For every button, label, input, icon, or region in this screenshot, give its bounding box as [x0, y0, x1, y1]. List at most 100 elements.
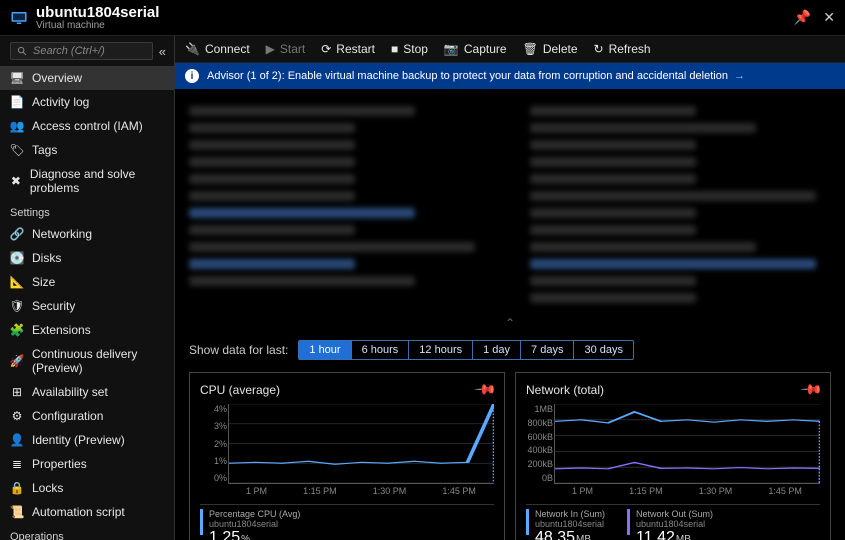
capture-icon: 📷 [444, 42, 459, 56]
sidebar-item-overview[interactable]: 🖥Overview [0, 66, 174, 90]
search-placeholder: Search (Ctrl+/) [33, 45, 105, 57]
sidebar-section-operations: Operations [0, 524, 174, 540]
pin-chart-icon[interactable]: 📌 [799, 377, 823, 401]
capture-button[interactable]: 📷Capture [444, 42, 507, 56]
search-icon [17, 46, 28, 57]
sidebar-item-automation-script[interactable]: 📜 Automation script [0, 500, 174, 524]
sidebar-item-security[interactable]: 🛡Security [0, 294, 174, 318]
sidebar-item-activity-log[interactable]: 📄 Activity log [0, 90, 174, 114]
nav-icon: 📐 [10, 275, 24, 289]
nav-icon: 🔗 [10, 227, 24, 241]
legend-item: Network In (Sum)ubuntu1804serial48.35MB [526, 509, 605, 540]
sidebar-section-settings: Settings [0, 200, 174, 222]
sidebar-item-continuous-delivery-preview-[interactable]: 🚀 Continuous delivery (Preview) [0, 342, 174, 380]
pin-chart-icon[interactable]: 📌 [473, 377, 497, 401]
nav-icon: 🖥 [10, 71, 24, 85]
sidebar-item-label: Availability set [32, 385, 108, 399]
restart-icon: ⟳ [321, 42, 331, 56]
nav-icon: 🚀 [10, 354, 24, 368]
y-axis-labels: 4%3%2%1%0% [201, 404, 227, 483]
chart-cpu-average-: CPU (average) 📌 4%3%2%1%0%1 PM1:15 PM1:30 … [189, 372, 505, 540]
main: 🔌Connect ▶Start ⟳Restart ■Stop 📷Capture … [175, 36, 845, 540]
sidebar-item-label: Properties [32, 457, 87, 471]
sidebar-item-properties[interactable]: ≣ Properties [0, 452, 174, 476]
range-7-days[interactable]: 7 days [521, 341, 574, 359]
sidebar-item-label: Diagnose and solve problems [30, 167, 164, 195]
page-title: ubuntu1804serial [36, 4, 159, 21]
pin-icon[interactable]: 📌 [794, 9, 811, 26]
info-icon: i [185, 69, 199, 83]
nav-icon: 📜 [10, 505, 24, 519]
nav-icon: ✖ [10, 174, 22, 188]
legend-item: Percentage CPU (Avg)ubuntu1804serial1.25… [200, 509, 300, 540]
toolbar: 🔌Connect ▶Start ⟳Restart ■Stop 📷Capture … [175, 36, 845, 63]
close-icon[interactable]: ✕ [823, 9, 835, 26]
sidebar: Search (Ctrl+/) « 🖥Overview 📄 Activity log… [0, 36, 175, 540]
sidebar-item-label: Size [32, 275, 55, 289]
connect-button[interactable]: 🔌Connect [185, 42, 250, 56]
nav-icon: ≣ [10, 457, 24, 471]
connect-icon: 🔌 [185, 42, 200, 56]
sidebar-item-configuration[interactable]: ⚙ Configuration [0, 404, 174, 428]
sidebar-item-size[interactable]: 📐 Size [0, 270, 174, 294]
nav-icon: 👥 [10, 119, 24, 133]
range-6-hours[interactable]: 6 hours [352, 341, 410, 359]
x-axis-labels: 1 PM1:15 PM1:30 PM1:45 PM [228, 486, 494, 496]
chart-plot: 1MB800kB600kB400kB200kB0B [554, 404, 820, 484]
sidebar-item-extensions[interactable]: 🧩 Extensions [0, 318, 174, 342]
advisor-prefix: Advisor (1 of 2): [207, 70, 285, 82]
start-button[interactable]: ▶Start [266, 42, 306, 56]
search-input[interactable]: Search (Ctrl+/) [10, 42, 153, 60]
page-subtitle: Virtual machine [36, 20, 159, 31]
chart-title: Network (total) [526, 383, 604, 397]
sidebar-item-label: Networking [32, 227, 92, 241]
sidebar-item-label: Continuous delivery (Preview) [32, 347, 164, 375]
range-30-days[interactable]: 30 days [574, 341, 633, 359]
chart-legend: Network In (Sum)ubuntu1804serial48.35MBN… [526, 504, 820, 540]
restart-button[interactable]: ⟳Restart [321, 42, 375, 56]
nav-icon: 📄 [10, 95, 24, 109]
play-icon: ▶ [266, 42, 275, 56]
sidebar-item-label: Extensions [32, 323, 91, 337]
sidebar-item-label: Tags [32, 143, 57, 157]
time-range-selector: 1 hour6 hours12 hours1 day7 days30 days [298, 340, 634, 360]
range-1-hour[interactable]: 1 hour [299, 341, 351, 359]
stop-button[interactable]: ■Stop [391, 42, 428, 56]
delete-button[interactable]: 🗑Delete [523, 42, 578, 56]
collapse-sidebar-icon[interactable]: « [159, 44, 166, 59]
range-1-day[interactable]: 1 day [473, 341, 521, 359]
sidebar-item-label: Configuration [32, 409, 103, 423]
nav-icon: ⚙ [10, 409, 24, 423]
sidebar-item-label: Locks [32, 481, 63, 495]
sidebar-item-diagnose-and-solve-problems[interactable]: ✖ Diagnose and solve problems [0, 162, 174, 200]
sidebar-item-tags[interactable]: 🏷 Tags [0, 138, 174, 162]
nav-icon: 💽 [10, 251, 24, 265]
sidebar-item-networking[interactable]: 🔗 Networking [0, 222, 174, 246]
nav-icon: 🛡 [10, 299, 24, 313]
sidebar-item-label: Disks [32, 251, 61, 265]
vm-icon [10, 9, 28, 27]
sidebar-item-label: Automation script [32, 505, 125, 519]
titlebar: ubuntu1804serial Virtual machine 📌 ✕ [0, 0, 845, 36]
sidebar-item-availability-set[interactable]: ⊞Availability set [0, 380, 174, 404]
nav-icon: 🧩 [10, 323, 24, 337]
refresh-button[interactable]: ↻Refresh [594, 42, 651, 56]
overview-essentials [189, 99, 831, 310]
stop-icon: ■ [391, 42, 398, 56]
sidebar-item-identity-preview-[interactable]: 👤Identity (Preview) [0, 428, 174, 452]
sidebar-item-label: Activity log [32, 95, 89, 109]
collapse-essentials-icon[interactable]: ⌃ [189, 316, 831, 330]
nav-icon: 🏷 [10, 143, 24, 157]
sidebar-item-access-control-iam-[interactable]: 👥 Access control (IAM) [0, 114, 174, 138]
range-12-hours[interactable]: 12 hours [409, 341, 473, 359]
refresh-icon: ↻ [594, 42, 604, 56]
sidebar-item-locks[interactable]: 🔒Locks [0, 476, 174, 500]
delete-icon: 🗑 [523, 42, 538, 56]
advisor-text: Enable virtual machine backup to protect… [288, 70, 728, 82]
chart-legend: Percentage CPU (Avg)ubuntu1804serial1.25… [200, 504, 494, 540]
x-axis-labels: 1 PM1:15 PM1:30 PM1:45 PM [554, 486, 820, 496]
sidebar-item-disks[interactable]: 💽 Disks [0, 246, 174, 270]
chart-title: CPU (average) [200, 383, 280, 397]
sidebar-item-label: Access control (IAM) [32, 119, 143, 133]
advisor-banner[interactable]: i Advisor (1 of 2): Enable virtual machi… [175, 63, 845, 89]
